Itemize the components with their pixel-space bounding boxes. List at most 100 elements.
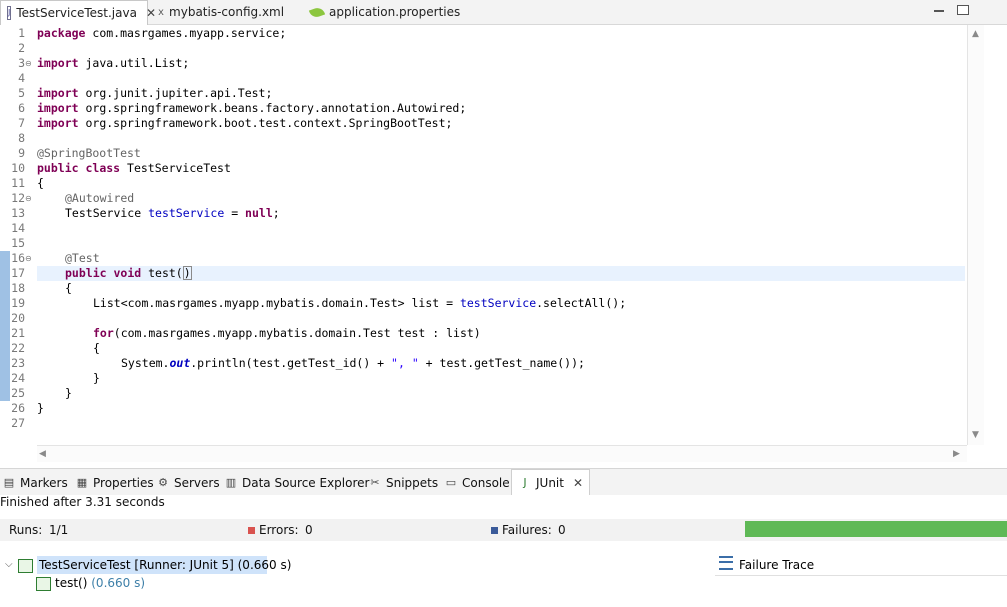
tab-data-source-explorer[interactable]: ▥ Data Source Explorer — [224, 474, 370, 492]
code-editor[interactable]: 1 2 3 4 5 6 7 8 9 10 11 12 13 14 15 16 1… — [0, 25, 1007, 463]
code-line-24: } — [93, 371, 100, 385]
failure-icon — [491, 527, 498, 534]
editor-tab-application-properties[interactable]: application.properties — [308, 0, 460, 24]
line-number: 25 — [11, 386, 25, 400]
vertical-scrollbar[interactable]: ▲ ▼ — [967, 25, 984, 445]
code-line-13: TestService testService = null; — [65, 206, 280, 220]
code-line-9: @SpringBootTest — [37, 146, 141, 160]
line-number: 21 — [11, 326, 25, 340]
maximize-icon[interactable] — [957, 5, 969, 15]
line-number: 11 — [11, 176, 25, 190]
editor-tab-label: mybatis-config.xml — [169, 5, 285, 19]
code-line-25: } — [65, 386, 72, 400]
line-number: 17 — [11, 266, 25, 280]
editor-tab-label: TestServiceTest.java — [16, 6, 137, 20]
code-line-6: import org.springframework.beans.factory… — [37, 101, 467, 115]
line-number: 12 — [11, 191, 25, 205]
close-tab-icon[interactable]: ✕ — [573, 476, 583, 490]
line-number: 5 — [18, 86, 25, 100]
line-number: 18 — [11, 281, 25, 295]
editor-tab-mybatis-config[interactable]: x mybatis-config.xml — [158, 0, 284, 24]
failure-trace-icon — [719, 556, 733, 570]
line-number: 27 — [11, 416, 25, 430]
junit-progress-bar — [745, 521, 1007, 537]
code-line-19: List<com.masrgames.myapp.mybatis.domain.… — [93, 296, 627, 310]
line-number: 23 — [11, 356, 25, 370]
line-number: 13 — [11, 206, 25, 220]
line-number: 22 — [11, 341, 25, 355]
tab-junit[interactable]: J JUnit ✕ — [511, 469, 591, 495]
failures-counter: Failures: — [491, 523, 552, 537]
line-number: 3 — [18, 56, 25, 70]
code-line-3: import java.util.List; — [37, 56, 190, 70]
console-icon: ▭ — [445, 476, 457, 489]
matching-bracket: ) — [182, 266, 192, 280]
tab-servers[interactable]: ⚙ Servers — [156, 474, 220, 492]
code-line-22: { — [93, 341, 100, 355]
tab-properties[interactable]: ▦ Properties — [75, 474, 154, 492]
scroll-right-icon[interactable]: ▶ — [953, 449, 960, 459]
code-area[interactable]: package com.masrgames.myapp.service; imp… — [37, 25, 965, 445]
code-line-7: import org.springframework.boot.test.con… — [37, 116, 453, 130]
line-number: 8 — [18, 131, 25, 145]
tree-item-test-case[interactable]: test() (0.660 s) — [55, 574, 145, 592]
scroll-up-icon[interactable]: ▲ — [972, 29, 979, 39]
fold-toggle-icon[interactable]: ⊖ — [25, 251, 32, 266]
data-source-explorer-icon: ▥ — [225, 476, 237, 489]
errors-value: 0 — [305, 523, 313, 537]
test-case-icon — [36, 577, 51, 591]
line-number: 15 — [11, 236, 25, 250]
line-number-gutter: 1 2 3 4 5 6 7 8 9 10 11 12 13 14 15 16 1… — [0, 25, 36, 445]
snippets-icon: ✂ — [370, 476, 380, 489]
scroll-down-icon[interactable]: ▼ — [972, 430, 979, 440]
xml-file-icon: x — [158, 6, 165, 18]
properties-icon: ▦ — [76, 476, 88, 489]
tree-item-test-suite[interactable]: TestServiceTest [Runner: JUnit 5] (0.660… — [39, 556, 291, 574]
fold-toggle-icon[interactable]: ⊖ — [25, 191, 32, 206]
line-number: 24 — [11, 371, 25, 385]
failure-trace-label: Failure Trace — [739, 558, 815, 572]
line-number: 2 — [18, 41, 25, 55]
code-line-5: import org.junit.jupiter.api.Test; — [37, 86, 273, 100]
code-line-21: for(com.masrgames.myapp.mybatis.domain.T… — [93, 326, 481, 340]
code-line-26: } — [37, 401, 44, 415]
line-number: 16 — [11, 251, 25, 265]
view-tab-bar: ▤ Markers ▦ Properties ⚙ Servers ▥ Data Sour… — [0, 468, 1007, 495]
editor-tab-testservicetest[interactable]: J TestServiceTest.java ✕ — [0, 0, 156, 25]
line-number: 26 — [11, 401, 25, 415]
code-line-10: public class TestServiceTest — [37, 161, 231, 175]
line-number: 9 — [18, 146, 25, 160]
properties-file-icon — [308, 5, 326, 19]
close-tab-icon[interactable]: ✕ — [146, 6, 156, 20]
servers-icon: ⚙ — [158, 476, 168, 489]
line-number: 19 — [11, 296, 25, 310]
code-line-16: @Test — [65, 251, 100, 265]
test-tree[interactable]: ⌵ TestServiceTest [Runner: JUnit 5] (0.6… — [0, 556, 715, 574]
minimize-icon[interactable] — [934, 10, 944, 13]
tab-console[interactable]: ▭ Console — [444, 474, 510, 492]
scroll-left-icon[interactable]: ◀ — [39, 449, 46, 459]
chevron-down-icon[interactable]: ⌵ — [5, 556, 13, 574]
code-line-12: @Autowired — [65, 191, 135, 205]
failure-trace-header: Failure Trace — [715, 555, 1007, 575]
line-number: 6 — [18, 101, 25, 115]
line-number: 7 — [18, 116, 25, 130]
fold-toggle-icon[interactable]: ⊖ — [25, 56, 32, 71]
junit-status-text: Finished after 3.31 seconds — [0, 495, 165, 509]
junit-icon: J — [523, 475, 527, 489]
line-number: 4 — [18, 71, 25, 85]
errors-counter: Errors: — [248, 523, 299, 537]
overview-ruler — [990, 25, 1007, 463]
runs-label: Runs: — [9, 523, 43, 537]
code-line-17: public void test() — [65, 266, 192, 280]
markers-icon: ▤ — [3, 476, 15, 489]
test-suite-icon — [18, 559, 33, 573]
tab-markers[interactable]: ▤ Markers — [2, 474, 68, 492]
tree-item-row[interactable]: test() (0.660 s) — [0, 574, 715, 592]
tab-snippets[interactable]: ✂ Snippets — [368, 474, 438, 492]
code-line-1: package com.masrgames.myapp.service; — [37, 26, 287, 40]
code-line-23: System.out.println(test.getTest_id() + "… — [121, 356, 585, 370]
divider — [715, 575, 1007, 576]
horizontal-scrollbar[interactable]: ◀ ▶ — [37, 445, 967, 462]
line-number: 10 — [11, 161, 25, 175]
